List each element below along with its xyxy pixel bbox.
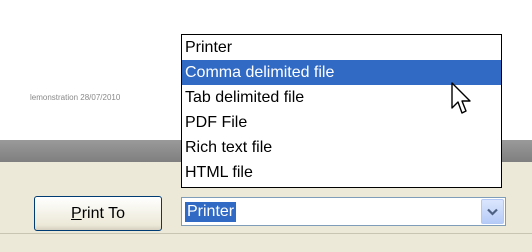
combo-dropdown-button[interactable] [481, 199, 504, 224]
demo-watermark-text: lemonstration 28/07/2010 [30, 93, 121, 102]
print-to-label: rint To [81, 204, 125, 222]
print-to-button[interactable]: Print To [34, 196, 162, 231]
dropdown-item-html[interactable]: HTML file [182, 160, 501, 185]
dropdown-item-printer[interactable]: Printer [182, 35, 501, 60]
dropdown-item-rich-text[interactable]: Rich text file [182, 135, 501, 160]
panel-divider [0, 233, 532, 234]
combo-selected-value: Printer [185, 202, 237, 222]
chevron-down-icon [487, 208, 498, 216]
mouse-pointer-icon [451, 82, 471, 114]
print-to-accelerator: P [71, 204, 82, 222]
output-format-combobox[interactable]: Printer [181, 197, 506, 226]
